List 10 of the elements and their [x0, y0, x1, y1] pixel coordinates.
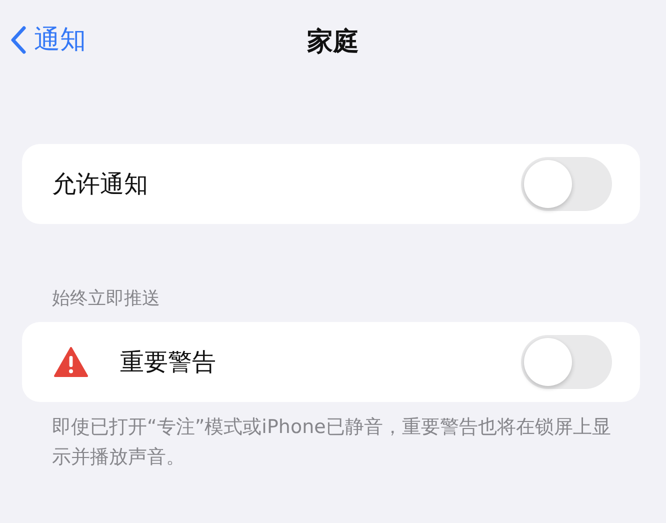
toggle-switch[interactable] [521, 335, 612, 389]
warning-icon [54, 347, 88, 377]
chevron-icon [10, 26, 26, 54]
toggle-switch[interactable] [521, 157, 612, 211]
section-header: 始终立即推送 [51, 287, 161, 311]
setting-label: 重要警告 [120, 347, 217, 378]
setting-label: 允许通知 [52, 169, 149, 200]
section-footer: 即使已打开“专注”模式或iPhone已静音，重要警告也将在锁屏上显示并播放声音。 [22, 402, 640, 472]
back-button[interactable]: 通知 [10, 22, 86, 57]
page-title: 家庭 [307, 26, 359, 58]
